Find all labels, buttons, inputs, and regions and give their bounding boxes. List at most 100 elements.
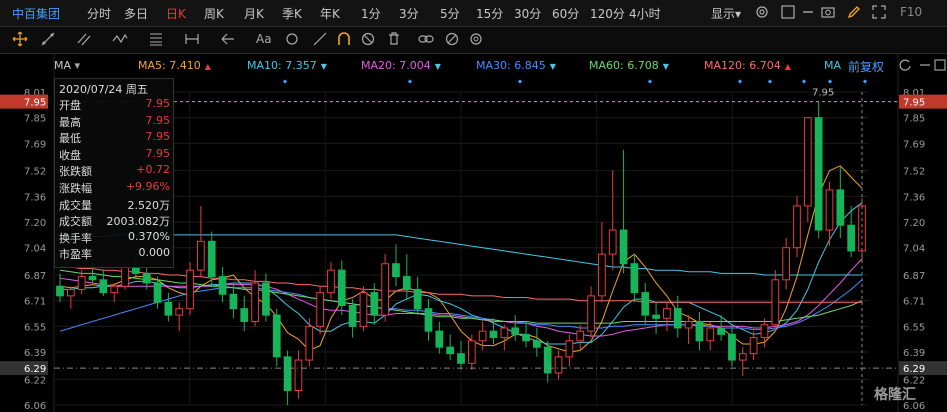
watermark-logo: 格隆汇 bbox=[874, 387, 916, 403]
ohlc-value: 2.520万 bbox=[127, 198, 171, 212]
ma-legend-item-1: MA10: 7.357 ▼ bbox=[247, 59, 327, 72]
checkbox-icon[interactable] bbox=[780, 4, 796, 20]
ohlc-value: 0.370% bbox=[128, 229, 170, 243]
gear-icon[interactable] bbox=[754, 4, 770, 20]
event-marker-icon bbox=[517, 79, 523, 84]
camera-icon[interactable] bbox=[820, 4, 836, 20]
tab-period-13[interactable]: 120分 bbox=[590, 5, 625, 22]
candle-body bbox=[717, 327, 725, 335]
tab-period-0[interactable]: 分时 bbox=[87, 5, 111, 22]
display-menu-button[interactable]: 显示▾ bbox=[711, 5, 741, 22]
candle-body bbox=[489, 330, 498, 339]
y-tick-right: 7.52 bbox=[903, 167, 925, 178]
arrow-tool-icon[interactable] bbox=[220, 31, 236, 47]
candle-body bbox=[522, 333, 530, 342]
period-toolbar: 中百集团 分时 多日 日K 周K 月K 季K 年K 1分 3分 5分 15分 30分 60分 120分 4小… bbox=[0, 0, 947, 27]
expand-icon[interactable] bbox=[934, 58, 946, 72]
trash-icon[interactable] bbox=[386, 31, 402, 47]
fullscreen-icon[interactable] bbox=[871, 4, 887, 20]
display-caret: ▾ bbox=[735, 7, 742, 21]
y-tick-left: 6.39 bbox=[24, 348, 46, 359]
candle-body bbox=[218, 276, 227, 295]
candle-body bbox=[77, 276, 86, 290]
event-marker-icon bbox=[737, 79, 743, 84]
ohlc-value: +0.72 bbox=[136, 163, 170, 177]
tab-period-4[interactable]: 月K bbox=[244, 5, 264, 22]
tab-period-10[interactable]: 15分 bbox=[476, 5, 503, 22]
ohlc-row-9: 市盈率 0.000 bbox=[55, 246, 173, 262]
f10-button[interactable]: F10 bbox=[900, 5, 922, 19]
chart-grid bbox=[53, 54, 899, 412]
tab-period-11[interactable]: 30分 bbox=[514, 5, 541, 22]
magnet-icon[interactable] bbox=[336, 31, 352, 47]
candle-body bbox=[565, 340, 574, 358]
tab-period-7[interactable]: 1分 bbox=[361, 5, 381, 22]
channel-tool-icon[interactable] bbox=[76, 31, 92, 47]
candle-body bbox=[630, 263, 639, 294]
drawing-settings-icon[interactable] bbox=[468, 31, 484, 47]
candle-body bbox=[402, 276, 411, 290]
candle-body bbox=[543, 346, 552, 374]
candle-body bbox=[359, 292, 368, 327]
candle-body bbox=[782, 247, 790, 281]
lock-icon[interactable] bbox=[444, 31, 460, 47]
candle-body bbox=[446, 346, 455, 355]
crosshair-price-right: 7.95 bbox=[903, 98, 925, 109]
tab-period-12[interactable]: 60分 bbox=[552, 5, 579, 22]
tab-period-9[interactable]: 5分 bbox=[440, 5, 460, 22]
adjust-button[interactable]: 前复权 bbox=[848, 58, 884, 75]
line-tool-icon[interactable] bbox=[40, 31, 56, 47]
fib-tool-icon[interactable] bbox=[148, 31, 164, 47]
tab-period-8[interactable]: 3分 bbox=[399, 5, 419, 22]
y-tick-left: 7.69 bbox=[24, 139, 46, 150]
text-tool-button[interactable]: Aa bbox=[256, 32, 272, 46]
hide-drawings-icon[interactable] bbox=[360, 31, 376, 47]
move-crosshair-icon[interactable] bbox=[12, 31, 28, 47]
tab-period-14[interactable]: 4小时 bbox=[629, 5, 661, 22]
candle-body bbox=[413, 288, 422, 310]
tab-period-1[interactable]: 多日 bbox=[124, 5, 148, 22]
candle-body bbox=[587, 295, 595, 332]
candle-body bbox=[500, 327, 509, 339]
ma-legend-item-0: MA5: 7.410 ▲ bbox=[138, 59, 211, 72]
minimize-icon[interactable] bbox=[918, 58, 932, 72]
ohlc-row-4: 张跌额 +0.72 bbox=[55, 163, 173, 179]
y-tick-right: 6.39 bbox=[903, 348, 925, 359]
candle-body bbox=[760, 324, 769, 339]
candle-body bbox=[110, 285, 119, 294]
candle-body bbox=[825, 189, 834, 231]
y-tick-right: 7.36 bbox=[903, 192, 925, 203]
candle-body bbox=[272, 314, 281, 358]
indicator-selector[interactable]: MA ▾ bbox=[54, 59, 80, 72]
candle-body bbox=[348, 304, 357, 327]
candle-body bbox=[153, 282, 162, 303]
ma-legend-item-5: MA120: 6.704 ▲ bbox=[704, 59, 791, 72]
y-tick-right: 7.20 bbox=[903, 218, 925, 229]
candle-body bbox=[554, 356, 563, 374]
event-marker-icon bbox=[827, 79, 833, 84]
candle-body bbox=[533, 340, 541, 348]
ma-legend-label: MA20: 7.004 bbox=[361, 59, 431, 72]
candle-body bbox=[771, 279, 780, 326]
reset-icon[interactable] bbox=[898, 58, 912, 72]
ma-legend-item-2: MA20: 7.004 ▼ bbox=[361, 59, 441, 72]
range-tool-icon[interactable] bbox=[184, 31, 200, 47]
link-icon[interactable] bbox=[418, 31, 434, 47]
dash-icon[interactable] bbox=[800, 4, 816, 20]
stock-name[interactable]: 中百集团 bbox=[12, 5, 60, 22]
ohlc-row-0: 开盘 7.95 bbox=[55, 97, 173, 113]
pencil-icon[interactable] bbox=[846, 4, 862, 20]
tab-period-3[interactable]: 周K bbox=[204, 5, 224, 22]
ruler-icon[interactable] bbox=[312, 31, 328, 47]
tab-period-2[interactable]: 日K bbox=[166, 5, 186, 22]
settings-small-icon[interactable] bbox=[284, 31, 300, 47]
y-tick-right: 7.04 bbox=[903, 244, 925, 255]
candle-body bbox=[738, 353, 747, 361]
candle-body bbox=[814, 117, 823, 231]
tab-period-5[interactable]: 季K bbox=[282, 5, 302, 22]
wave-tool-icon[interactable] bbox=[112, 31, 128, 47]
ohlc-value: 7.95 bbox=[145, 130, 171, 144]
tab-period-6[interactable]: 年K bbox=[320, 5, 340, 22]
ohlc-label: 涨跌幅 bbox=[59, 182, 92, 195]
y-tick-left: 6.55 bbox=[24, 322, 46, 333]
